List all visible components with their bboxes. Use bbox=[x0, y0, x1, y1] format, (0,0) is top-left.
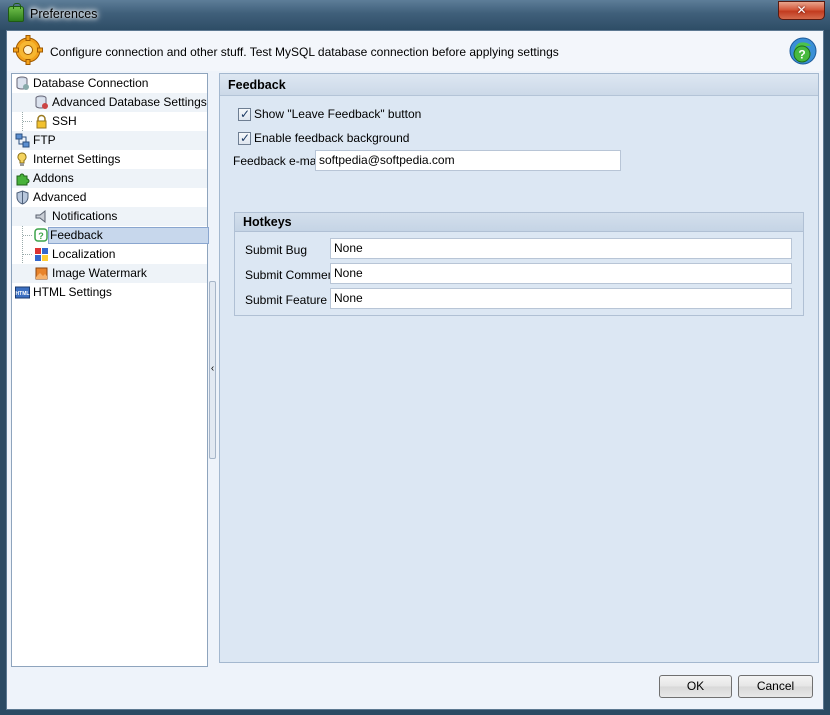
checkbox-label: Show "Leave Feedback" button bbox=[254, 107, 422, 121]
html-icon: HTML bbox=[15, 286, 30, 299]
submit-bug-hotkey-input[interactable]: None bbox=[330, 238, 792, 259]
database-icon bbox=[16, 76, 29, 90]
tree-item-label: Advanced Database Settings bbox=[52, 95, 207, 109]
tree-item-label: Image Watermark bbox=[52, 266, 147, 280]
submit-bug-label: Submit Bug bbox=[245, 243, 308, 257]
tree-item-label: Advanced bbox=[33, 190, 87, 204]
feedback-icon: ? bbox=[34, 228, 48, 242]
header-description: Configure connection and other stuff. Te… bbox=[50, 45, 559, 59]
preferences-window: Configure connection and other stuff. Te… bbox=[6, 30, 824, 710]
internet-settings-icon bbox=[17, 152, 27, 166]
tree-item-ssh[interactable]: SSH bbox=[12, 112, 207, 131]
tree-item-database-connection[interactable]: Database Connection bbox=[12, 74, 207, 93]
tree-item-advanced[interactable]: Advanced bbox=[12, 188, 207, 207]
tree-item-localization[interactable]: Localization bbox=[12, 245, 207, 264]
close-button[interactable]: ✕ bbox=[778, 1, 825, 20]
tree-item-label: Notifications bbox=[52, 209, 118, 223]
localization-flag-icon bbox=[35, 248, 48, 261]
feedback-email-label: Feedback e-mail bbox=[233, 154, 322, 168]
settings-tree[interactable]: Database Connection Advanced Database Se… bbox=[11, 73, 209, 667]
tree-item-html-settings[interactable]: HTML HTML Settings bbox=[12, 283, 207, 302]
lock-icon bbox=[36, 114, 47, 129]
tree-item-image-watermark[interactable]: Image Watermark bbox=[12, 264, 207, 283]
tree-item-feedback[interactable]: ? Feedback bbox=[12, 226, 209, 245]
tree-item-label: Localization bbox=[52, 247, 116, 261]
tree-item-label: Database Connection bbox=[33, 76, 149, 90]
ok-button[interactable]: OK bbox=[659, 675, 732, 698]
puzzle-icon bbox=[16, 173, 30, 186]
gear-icon bbox=[13, 35, 43, 65]
show-feedback-button-option[interactable]: Show "Leave Feedback" button bbox=[238, 106, 421, 122]
hotkeys-group: Hotkeys Submit Bug None Submit Comment N… bbox=[234, 212, 804, 316]
image-watermark-icon bbox=[35, 267, 48, 280]
notifications-icon bbox=[35, 209, 46, 224]
svg-text:?: ? bbox=[38, 231, 44, 241]
checkbox-label: Enable feedback background bbox=[254, 131, 410, 145]
help-icon[interactable]: ? bbox=[789, 37, 817, 65]
feedback-email-input[interactable]: softpedia@softpedia.com bbox=[315, 150, 621, 171]
collapse-arrow-icon[interactable]: ‹ bbox=[209, 363, 216, 375]
enable-feedback-background-option[interactable]: Enable feedback background bbox=[238, 130, 409, 146]
tree-item-addons[interactable]: Addons bbox=[12, 169, 207, 188]
header-banner: Configure connection and other stuff. Te… bbox=[7, 31, 823, 71]
submit-feature-hotkey-input[interactable]: None bbox=[330, 288, 792, 309]
section-title: Feedback bbox=[220, 74, 818, 96]
tree-item-label: HTML Settings bbox=[33, 285, 112, 299]
submit-comment-hotkey-input[interactable]: None bbox=[330, 263, 792, 284]
tree-item-advanced-database-settings[interactable]: Advanced Database Settings bbox=[12, 93, 207, 112]
tree-item-internet-settings[interactable]: Internet Settings bbox=[12, 150, 207, 169]
ftp-network-icon bbox=[15, 133, 30, 148]
shield-icon bbox=[16, 190, 29, 205]
tree-item-label: FTP bbox=[33, 133, 56, 147]
app-bag-icon bbox=[8, 3, 24, 22]
hotkeys-title: Hotkeys bbox=[235, 213, 803, 232]
title-bar[interactable]: Preferences ✕ bbox=[0, 0, 830, 30]
tree-item-label: Feedback bbox=[48, 227, 209, 244]
svg-text:HTML: HTML bbox=[16, 291, 30, 297]
tree-item-ftp[interactable]: FTP bbox=[12, 131, 207, 150]
tree-item-label: Addons bbox=[33, 171, 74, 185]
tree-item-notifications[interactable]: Notifications bbox=[12, 207, 207, 226]
tree-item-label: Internet Settings bbox=[33, 152, 121, 166]
window-title: Preferences bbox=[30, 7, 98, 21]
submit-feature-label: Submit Feature bbox=[245, 293, 328, 307]
show-feedback-button-checkbox[interactable] bbox=[238, 106, 251, 122]
cancel-button[interactable]: Cancel bbox=[738, 675, 813, 698]
feedback-panel: Feedback Show "Leave Feedback" button En… bbox=[219, 73, 819, 663]
database-settings-icon bbox=[35, 95, 48, 109]
tree-item-label: SSH bbox=[52, 114, 77, 128]
svg-text:?: ? bbox=[798, 48, 805, 62]
enable-feedback-background-checkbox[interactable] bbox=[238, 130, 251, 146]
submit-comment-label: Submit Comment bbox=[245, 268, 338, 282]
